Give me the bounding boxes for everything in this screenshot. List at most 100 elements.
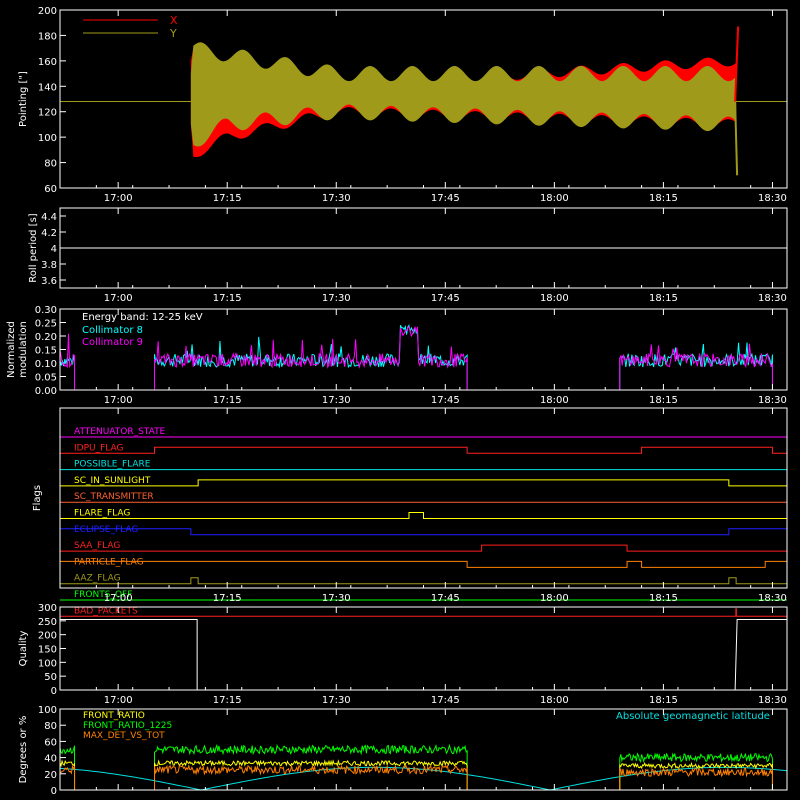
- pointing-end-spike-y: [734, 101, 739, 176]
- x-tick-label: 17:30: [322, 593, 351, 604]
- flag-label: ECLIPSE_FLAG: [74, 525, 138, 535]
- y-tick-label: 0.30: [35, 305, 57, 316]
- legend-label-ratio: FRONT_RATIO_1225: [83, 721, 172, 731]
- x-tick-label: 18:30: [758, 593, 787, 604]
- legend-label-ratio: MAX_DET_VS_TOT: [83, 731, 165, 741]
- x-tick-label: 18:00: [540, 395, 569, 406]
- x-tick-label: 18:15: [649, 193, 678, 204]
- x-tick-label: 18:30: [758, 293, 787, 304]
- flag-label: FLARE_FLAG: [74, 509, 130, 519]
- x-tick-label: 17:45: [431, 395, 460, 406]
- y-tick-label: 200: [38, 631, 57, 642]
- y-tick-label: 0: [51, 686, 57, 697]
- flag-label: PARTICLE_FLAG: [74, 557, 144, 567]
- y-tick-label: 40: [44, 754, 57, 765]
- flag-label: IDPU_FLAG: [74, 443, 123, 453]
- legend-label-collimator: Collimator 9: [82, 337, 143, 348]
- legend-label-y: Y: [169, 27, 177, 40]
- flag-trace: [60, 479, 787, 487]
- y-tick-label: 150: [38, 645, 57, 656]
- x-tick-label: 17:00: [104, 193, 133, 204]
- x-tick-label: 17:15: [213, 695, 242, 706]
- y-axis-label: Normalized: [6, 321, 17, 378]
- flag-trace: [60, 528, 787, 536]
- ratio-series-max-det-vs-tot: [619, 767, 773, 790]
- y-tick-label: 300: [38, 603, 57, 614]
- stacked-time-series-figure: 6080100120140160180200Pointing ["]XY17:0…: [6, 6, 788, 797]
- x-tick-label: 18:30: [758, 395, 787, 406]
- y-tick-label: 3.8: [41, 260, 57, 271]
- flag-trace: [60, 544, 787, 552]
- y-tick-label: 0.15: [35, 346, 57, 357]
- y-tick-label: 120: [38, 108, 57, 119]
- flag-label: SC_TRANSMITTER: [74, 492, 154, 502]
- x-tick-label: 17:00: [104, 395, 133, 406]
- ratio-series-front-ratio: [619, 761, 773, 790]
- x-tick-label: 17:45: [431, 193, 460, 204]
- flag-label: SAA_FLAG: [74, 541, 120, 551]
- y-tick-label: 0.20: [35, 332, 57, 343]
- y-tick-label: 4.4: [41, 212, 57, 223]
- x-tick-label: 17:00: [104, 593, 133, 604]
- y-tick-label: 3.6: [41, 276, 57, 287]
- y-tick-label: 180: [38, 31, 57, 42]
- y-axis-label: Flags: [32, 485, 43, 511]
- x-tick-label: 17:00: [104, 695, 133, 706]
- x-tick-label: 17:45: [431, 593, 460, 604]
- legend-label-ratio: FRONT_RATIO: [83, 711, 145, 721]
- x-tick-label: 17:00: [104, 293, 133, 304]
- x-tick-label: 17:30: [322, 695, 351, 706]
- y-axis-label: Degrees or %: [18, 716, 29, 784]
- x-tick-label: 18:30: [758, 695, 787, 706]
- stack-plot-canvas: 60 80 100 120 140 160 180 200 Pointing ["] X Y 17:0…: [0, 0, 800, 800]
- y-axis-label: Quality: [18, 631, 29, 667]
- flag-label: BAD_PACKETS: [74, 606, 138, 616]
- flag-trace: [60, 446, 787, 454]
- y-tick-label: 250: [38, 617, 57, 628]
- x-tick-label: 18:30: [758, 193, 787, 204]
- y-tick-label: 100: [38, 133, 57, 144]
- ratio-series-front-ratio-1225: [619, 752, 773, 790]
- flag-label: AAZ_FLAG: [74, 574, 121, 584]
- y-tick-label: 80: [44, 721, 57, 732]
- y-axis-label: modulation: [18, 321, 29, 378]
- x-tick-label: 18:15: [649, 695, 678, 706]
- y-tick-label: 0.00: [35, 386, 57, 397]
- y-axis-label: Pointing ["]: [18, 71, 29, 127]
- flag-trace: [60, 560, 787, 568]
- x-tick-label: 17:30: [322, 193, 351, 204]
- x-tick-label: 18:00: [540, 593, 569, 604]
- x-tick-label: 18:15: [649, 395, 678, 406]
- y-tick-label: 60: [44, 737, 57, 748]
- x-tick-label: 18:00: [540, 293, 569, 304]
- y-tick-label: 4.2: [41, 228, 57, 239]
- x-tick-label: 18:00: [540, 695, 569, 706]
- y-tick-label: 50: [44, 672, 57, 683]
- x-tick-label: 17:45: [431, 293, 460, 304]
- flag-label: POSSIBLE_FLARE: [74, 460, 151, 470]
- modulation-series-collimator-9: [59, 333, 76, 390]
- flag-trace: [60, 577, 787, 585]
- y-tick-label: 100: [38, 705, 57, 716]
- y-tick-label: 60: [44, 184, 57, 195]
- geomagnetic-latitude-label: Absolute geomagnetic latitude: [616, 711, 770, 722]
- y-axis-label: Roll period [s]: [28, 213, 39, 282]
- x-tick-label: 17:45: [431, 695, 460, 706]
- x-tick-label: 17:30: [322, 395, 351, 406]
- y-tick-label: 4: [51, 244, 57, 255]
- x-tick-label: 17:15: [213, 395, 242, 406]
- y-tick-label: 160: [38, 57, 57, 68]
- ratio-series-front-ratio: [154, 759, 468, 790]
- y-tick-label: 0.05: [35, 373, 57, 384]
- x-tick-label: 17:15: [213, 593, 242, 604]
- x-tick-label: 17:15: [213, 193, 242, 204]
- x-tick-label: 17:30: [322, 293, 351, 304]
- x-tick-label: 18:15: [649, 593, 678, 604]
- ratio-series-front-ratio-1225: [154, 743, 468, 790]
- y-tick-label: 0: [51, 786, 57, 797]
- pointing-series-y-band: [190, 42, 737, 147]
- y-tick-label: 20: [44, 770, 57, 781]
- y-tick-label: 0.10: [35, 359, 57, 370]
- flag-label: SC_IN_SUNLIGHT: [74, 476, 151, 486]
- ratio-series-max-det-vs-tot: [59, 764, 76, 790]
